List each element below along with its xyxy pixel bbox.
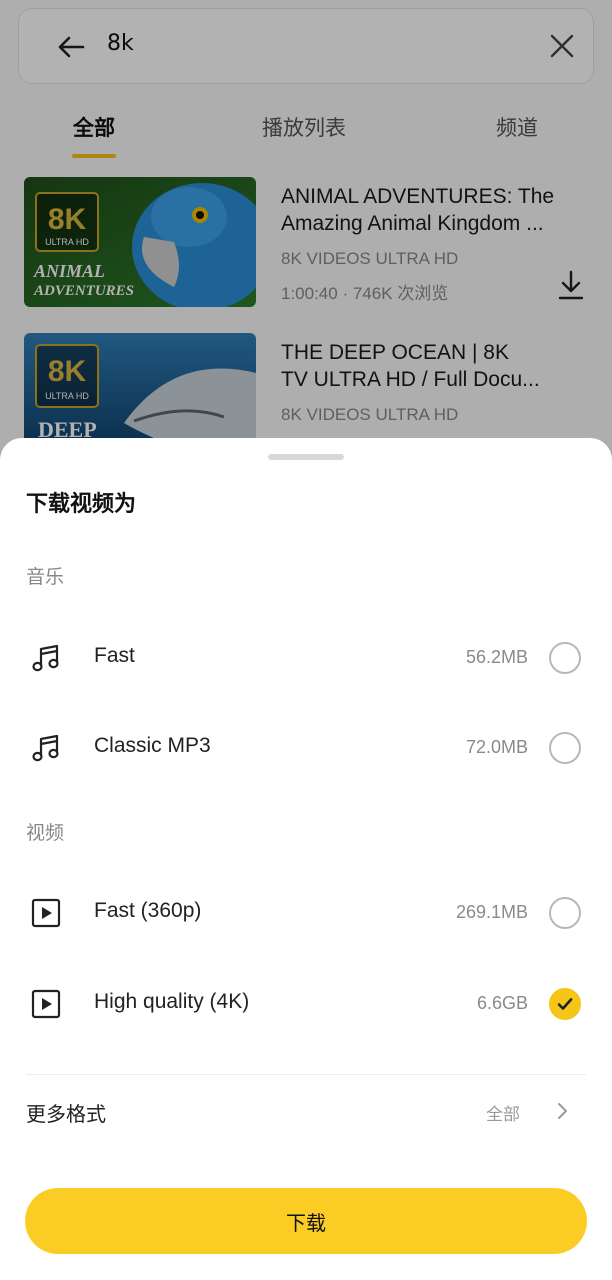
radio-button[interactable] [549,732,581,764]
more-formats-label: 更多格式 [26,1102,106,1126]
option-size: 269.1MB [455,902,528,922]
option-label: Classic MP3 [94,734,211,757]
format-option-video-4k[interactable]: High quality (4K) 6.6GB [0,964,612,1044]
video-section-label: 视频 [26,822,65,844]
format-option-music-fast[interactable]: Fast 56.2MB [0,618,612,698]
more-formats-row[interactable]: 更多格式 全部 [0,1086,612,1136]
option-size: 6.6GB [476,993,528,1013]
option-label: Fast (360p) [94,899,202,922]
music-note-icon [32,644,59,672]
drag-handle[interactable] [268,454,344,460]
checkmark-icon [557,998,573,1010]
option-label: Fast [94,644,135,667]
format-option-classic-mp3[interactable]: Classic MP3 72.0MB [0,708,612,788]
sheet-title: 下载视频为 [26,492,137,517]
option-size: 72.0MB [465,737,528,757]
music-note-icon [32,734,59,762]
radio-button[interactable] [549,642,581,674]
option-size: 56.2MB [465,647,528,667]
music-section-label: 音乐 [26,566,65,588]
option-label: High quality (4K) [94,990,250,1013]
format-option-video-360p[interactable]: Fast (360p) 269.1MB [0,873,612,953]
more-formats-value: 全部 [486,1105,520,1125]
radio-button[interactable] [549,897,581,929]
radio-button-checked[interactable] [549,988,581,1020]
chevron-right-icon [558,1103,567,1119]
download-button[interactable]: 下载 [25,1188,587,1254]
video-play-icon [31,989,61,1019]
video-play-icon [31,898,61,928]
divider [26,1074,586,1075]
download-sheet: 下载视频为 音乐 Fast 56.2MB Classic MP3 72.0MB … [0,438,612,1280]
